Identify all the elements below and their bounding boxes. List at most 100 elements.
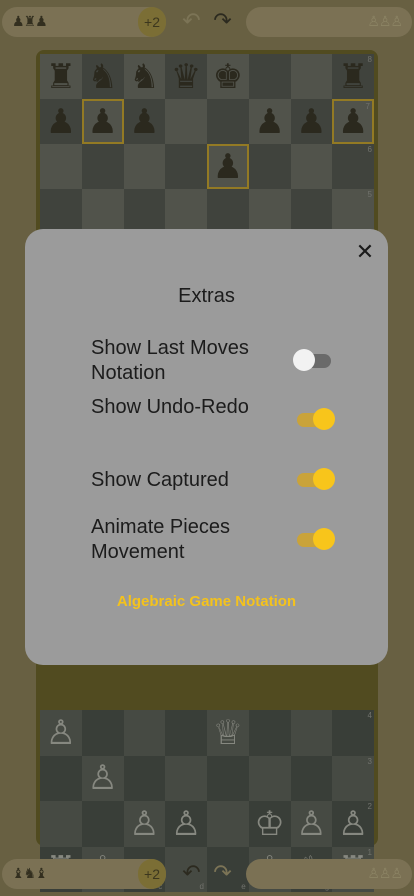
board-square[interactable] — [123, 755, 166, 801]
chess-piece[interactable]: ♟ — [46, 105, 76, 139]
board-square[interactable] — [165, 755, 207, 801]
board-square[interactable]: ♟ — [207, 144, 249, 189]
board-square[interactable] — [81, 144, 124, 189]
board-square[interactable]: ♟ — [40, 99, 82, 144]
option-animate-pieces[interactable]: Animate Pieces Movement — [91, 515, 335, 565]
board-top-ranks: ♜ ♞ ♞ ♛ ♚ 8 ♜ ♟ ♟ ♟ ♟ ♟ 7 ♟ ♟ 6 5 — [40, 54, 374, 230]
material-advantage-badge: +2 — [138, 859, 166, 889]
board-square[interactable]: ♟ — [290, 99, 333, 144]
board-square[interactable] — [81, 801, 124, 847]
board-square[interactable] — [165, 99, 207, 144]
board-square[interactable]: 4 — [332, 710, 374, 756]
board-square[interactable]: 7 ♟ — [332, 99, 374, 144]
chess-piece[interactable]: ♜ — [338, 60, 368, 94]
board-square[interactable] — [207, 189, 249, 230]
board-square[interactable]: 3 — [332, 755, 374, 801]
close-icon[interactable]: ✕ — [352, 239, 378, 265]
board-square[interactable] — [81, 189, 124, 230]
chess-piece[interactable]: ♞ — [129, 60, 159, 94]
board-square[interactable] — [40, 801, 82, 847]
board-square[interactable] — [165, 710, 207, 756]
undo-icon[interactable]: ↶ — [182, 9, 200, 34]
toggle-switch[interactable] — [297, 528, 335, 550]
chess-piece[interactable]: ♙ — [296, 807, 326, 841]
dialog-title: Extras — [178, 285, 235, 307]
board-square[interactable] — [40, 144, 82, 189]
chess-piece[interactable]: ♙ — [171, 807, 201, 841]
board-square[interactable] — [207, 801, 249, 847]
board-square[interactable] — [123, 710, 166, 756]
redo-icon[interactable]: ↷ — [213, 9, 231, 34]
board-square[interactable]: ♞ — [81, 54, 124, 99]
board-square[interactable]: 8 ♜ — [332, 54, 374, 99]
board-square[interactable] — [290, 189, 333, 230]
chess-piece[interactable]: ♞ — [87, 60, 117, 94]
board-square[interactable]: ♟ — [81, 99, 124, 144]
chess-piece[interactable]: ♙ — [338, 807, 368, 841]
captured-pieces-list: ♙♙♙ — [367, 14, 403, 30]
board-square[interactable] — [290, 710, 333, 756]
board-square[interactable] — [40, 189, 82, 230]
chess-piece[interactable]: ♟ — [254, 105, 284, 139]
board-square[interactable]: ♙ — [123, 801, 166, 847]
board-square[interactable]: ♙ — [165, 801, 207, 847]
algebraic-notation-link[interactable]: Algebraic Game Notation — [25, 593, 388, 610]
board-square[interactable]: 6 — [332, 144, 374, 189]
chess-piece[interactable]: ♙ — [87, 761, 117, 795]
board-square[interactable] — [165, 189, 207, 230]
redo-icon[interactable]: ↷ — [213, 861, 231, 886]
board-square[interactable] — [123, 144, 166, 189]
board-square[interactable] — [248, 144, 291, 189]
board-square[interactable] — [207, 99, 249, 144]
toggle-knob — [293, 349, 315, 371]
chess-piece[interactable]: ♔ — [254, 807, 284, 841]
toggle-switch[interactable] — [297, 408, 335, 430]
board-square[interactable] — [40, 755, 82, 801]
board-square[interactable] — [165, 144, 207, 189]
board-square[interactable] — [248, 755, 291, 801]
board-square[interactable]: ♕ — [207, 710, 249, 756]
board-square[interactable]: ♟ — [123, 99, 166, 144]
chess-piece[interactable]: ♟ — [338, 105, 368, 139]
chess-piece[interactable]: ♛ — [171, 60, 201, 94]
board-square[interactable] — [290, 755, 333, 801]
rank-label: 8 — [367, 55, 372, 64]
board-square[interactable]: 5 — [332, 189, 374, 230]
board-square[interactable]: ♙ — [81, 755, 124, 801]
board-square[interactable] — [81, 710, 124, 756]
option-show-last-moves[interactable]: Show Last Moves Notation — [91, 336, 331, 386]
board-square[interactable] — [248, 710, 291, 756]
chess-piece[interactable]: ♚ — [213, 60, 243, 94]
chess-piece[interactable]: ♙ — [129, 807, 159, 841]
board-square[interactable]: ♚ — [207, 54, 249, 99]
chess-piece[interactable]: ♟ — [129, 105, 159, 139]
undo-redo-controls-bottom: ↶ ↷ — [176, 858, 238, 888]
board-square[interactable]: ♛ — [165, 54, 207, 99]
toggle-switch[interactable] — [297, 468, 335, 490]
board-square[interactable] — [123, 189, 166, 230]
board-square[interactable]: ♔ — [248, 801, 291, 847]
board-square[interactable] — [248, 54, 291, 99]
captured-pieces-list: ♟♜♟ — [12, 14, 48, 30]
board-square[interactable] — [290, 144, 333, 189]
chess-piece[interactable]: ♟ — [296, 105, 326, 139]
chess-piece[interactable]: ♕ — [213, 716, 243, 750]
board-square[interactable]: ♙ — [40, 710, 82, 756]
board-square[interactable] — [290, 54, 333, 99]
chess-piece[interactable]: ♜ — [46, 60, 76, 94]
board-square[interactable] — [207, 755, 249, 801]
captured-pieces-list: ♝♞♝ — [12, 866, 48, 882]
board-square[interactable]: ♟ — [248, 99, 291, 144]
chess-piece[interactable]: ♙ — [46, 716, 76, 750]
board-square[interactable]: ♙ — [290, 801, 333, 847]
board-square[interactable]: 2 ♙ — [332, 801, 374, 847]
board-square[interactable]: ♜ — [40, 54, 82, 99]
option-show-undo-redo[interactable]: Show Undo-Redo — [91, 395, 335, 430]
toggle-switch[interactable] — [293, 349, 331, 371]
chess-piece[interactable]: ♟ — [87, 105, 117, 139]
board-square[interactable] — [248, 189, 291, 230]
board-square[interactable]: ♞ — [123, 54, 166, 99]
option-show-captured[interactable]: Show Captured — [91, 468, 335, 493]
chess-piece[interactable]: ♟ — [213, 150, 243, 184]
undo-icon[interactable]: ↶ — [182, 861, 200, 886]
